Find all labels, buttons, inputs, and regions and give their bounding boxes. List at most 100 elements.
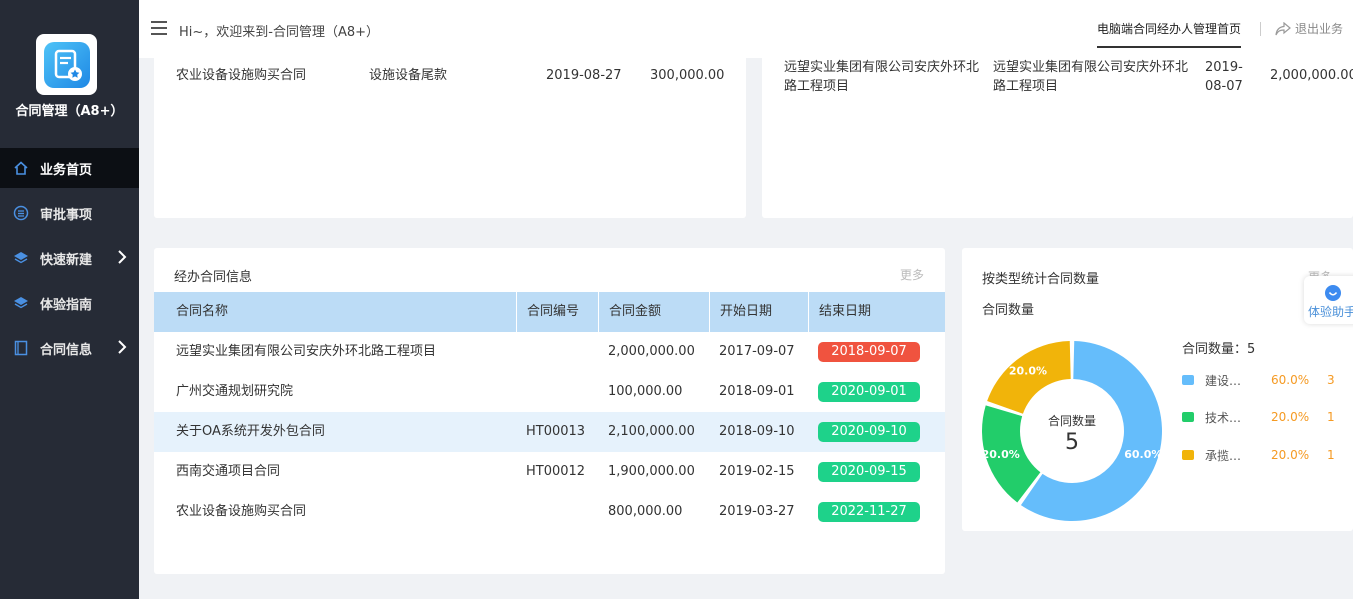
app-logo[interactable]: [36, 34, 97, 95]
layers-icon: [12, 249, 30, 267]
logout-button[interactable]: 退出业务: [1275, 20, 1343, 37]
list-circle-icon: [12, 204, 30, 222]
share-arrow-icon: [1275, 21, 1291, 35]
legend-swatch: [1182, 375, 1194, 385]
legend-item[interactable]: 建设… 60.0% 3: [1182, 372, 1335, 388]
end-date-badge: 2022-11-27: [818, 502, 920, 522]
column-header[interactable]: 合同金额: [598, 292, 709, 332]
legend-total: 合同数量：5: [1182, 342, 1256, 357]
end-date-badge: 2018-09-07: [818, 342, 920, 362]
sidebar-item-contract-info[interactable]: 合同信息: [0, 328, 139, 368]
chevron-right-icon: [117, 250, 127, 268]
table-header: 合同名称 合同编号 合同金额 开始日期 结束日期: [154, 292, 945, 332]
contract-name[interactable]: 广州交通规划研究院: [176, 372, 293, 412]
sidebar-item-guide[interactable]: 体验指南: [0, 283, 139, 323]
project-name: 远望实业集团有限公司安庆外环北路工程项目: [993, 60, 1189, 94]
contract-name[interactable]: 农业设备设施购买合同: [176, 66, 306, 85]
legend-label: 技术…: [1205, 410, 1242, 425]
column-header[interactable]: 结束日期: [808, 292, 945, 332]
start-date: 2017-09-07: [719, 344, 795, 359]
sidebar-item-label: 体验指南: [40, 297, 93, 313]
table-row[interactable]: 远望实业集团有限公司安庆外环北路工程项目 2,000,000.00 2017-0…: [154, 332, 945, 372]
sidebar-item-label: 审批事项: [40, 207, 93, 223]
contract-name[interactable]: 西南交通项目合同: [176, 452, 280, 492]
welcome-text: Hi~，欢迎来到-合同管理（A8+）: [179, 25, 380, 40]
contract-amount: 100,000.00: [608, 384, 683, 399]
logout-label: 退出业务: [1295, 22, 1344, 36]
legend-count: 3: [1327, 373, 1335, 387]
layers-icon: [12, 294, 30, 312]
contract-code: HT00012: [526, 464, 586, 479]
tab-manager-home[interactable]: 电脑端合同经办人管理首页: [1097, 20, 1241, 37]
legend-percent: 20.0%: [1271, 410, 1310, 424]
sidebar-item-approvals[interactable]: 审批事项: [0, 193, 139, 233]
contracts-card: 经办合同信息 更多 合同名称 合同编号 合同金额 开始日期 结束日期 远望实业集…: [154, 248, 945, 574]
sidebar: 合同管理（A8+） 业务首页 审批事项 快速新建 体验指南 合同信息: [0, 0, 139, 599]
more-link[interactable]: 更多: [900, 266, 924, 283]
card-title: 经办合同信息: [174, 270, 253, 285]
assistant-label: 体验助手: [1308, 305, 1353, 319]
project-amount: 2,000,000.00: [1270, 68, 1353, 83]
recent-payments-card: 农业设备设施购买合同 设施设备尾款 2019-08-27 300,000.00: [154, 42, 746, 218]
donut-center-value: 5: [1065, 430, 1079, 455]
active-tab-indicator: [1097, 46, 1241, 48]
chevron-right-icon: [117, 340, 127, 358]
project-date: 2019-08-07: [1205, 60, 1243, 94]
donut-center-label: 合同数量: [1047, 414, 1096, 428]
end-date-badge: 2020-09-15: [818, 462, 920, 482]
column-header[interactable]: 合同编号: [516, 292, 598, 332]
contract-name[interactable]: 远望实业集团有限公司安庆外环北路工程项目: [784, 58, 984, 96]
sidebar-item-quick-new[interactable]: 快速新建: [0, 238, 139, 278]
menu-toggle-icon[interactable]: [151, 21, 167, 35]
legend-swatch: [1182, 450, 1194, 460]
contract-name[interactable]: 关于OA系统开发外包合同: [176, 412, 325, 452]
contract-type-stats-card: 按类型统计合同数量 更多 合同数量 60.0%20.0%20.0% 合同数量 5…: [962, 248, 1353, 531]
sidebar-item-label: 业务首页: [40, 162, 93, 178]
top-header: Hi~，欢迎来到-合同管理（A8+） 电脑端合同经办人管理首页 退出业务: [139, 0, 1353, 58]
column-header[interactable]: 开始日期: [709, 292, 808, 332]
home-icon: [12, 159, 30, 177]
legend-item[interactable]: 承揽… 20.0% 1: [1182, 447, 1335, 463]
sidebar-item-label: 快速新建: [40, 252, 93, 268]
contract-amount: 800,000.00: [608, 504, 683, 519]
legend-item[interactable]: 技术… 20.0% 1: [1182, 409, 1335, 425]
start-date: 2018-09-10: [719, 424, 795, 439]
chart-subtitle: 合同数量: [982, 303, 1035, 318]
contract-icon: [43, 41, 90, 88]
legend-percent: 60.0%: [1271, 373, 1310, 387]
end-date-badge: 2020-09-01: [818, 382, 920, 402]
experience-assistant-button[interactable]: 体验助手: [1304, 276, 1353, 324]
sidebar-item-home[interactable]: 业务首页: [0, 148, 139, 188]
table-row[interactable]: 农业设备设施购买合同 800,000.00 2019-03-27 2022-11…: [154, 492, 945, 532]
legend-swatch: [1182, 412, 1194, 422]
payment-amount: 300,000.00: [650, 68, 725, 83]
card-title: 按类型统计合同数量: [982, 272, 1100, 287]
recent-projects-card: 远望实业集团有限公司安庆外环北路工程项目 远望实业集团有限公司安庆外环北路工程项…: [762, 42, 1353, 218]
contract-code: HT00013: [526, 424, 586, 439]
column-header[interactable]: 合同名称: [154, 292, 516, 332]
contract-amount: 1,900,000.00: [608, 464, 695, 479]
slice-percent-label: 20.0%: [1009, 364, 1047, 377]
legend-count: 1: [1327, 410, 1335, 424]
payment-type: 设施设备尾款: [369, 68, 448, 83]
contract-name[interactable]: 远望实业集团有限公司安庆外环北路工程项目: [176, 332, 436, 372]
sidebar-item-label: 合同信息: [40, 342, 93, 358]
table-row[interactable]: 西南交通项目合同 HT00012 1,900,000.00 2019-02-15…: [154, 452, 945, 492]
payment-date: 2019-08-27: [546, 68, 622, 83]
assistant-icon: [1325, 285, 1341, 301]
contract-amount: 2,100,000.00: [608, 424, 695, 439]
end-date-badge: 2020-09-10: [818, 422, 920, 442]
start-date: 2019-03-27: [719, 504, 795, 519]
legend-count: 1: [1327, 448, 1335, 462]
table-row[interactable]: 关于OA系统开发外包合同 HT00013 2,100,000.00 2018-0…: [154, 412, 945, 452]
book-icon: [12, 339, 30, 357]
donut-slice[interactable]: [987, 341, 1071, 414]
contract-amount: 2,000,000.00: [608, 344, 695, 359]
contract-name[interactable]: 农业设备设施购买合同: [176, 492, 306, 532]
legend-label: 建设…: [1205, 373, 1242, 388]
legend-label: 承揽…: [1205, 448, 1242, 463]
start-date: 2019-02-15: [719, 464, 795, 479]
app-name: 合同管理（A8+）: [15, 104, 124, 119]
table-row[interactable]: 广州交通规划研究院 100,000.00 2018-09-01 2020-09-…: [154, 372, 945, 412]
start-date: 2018-09-01: [719, 384, 795, 399]
